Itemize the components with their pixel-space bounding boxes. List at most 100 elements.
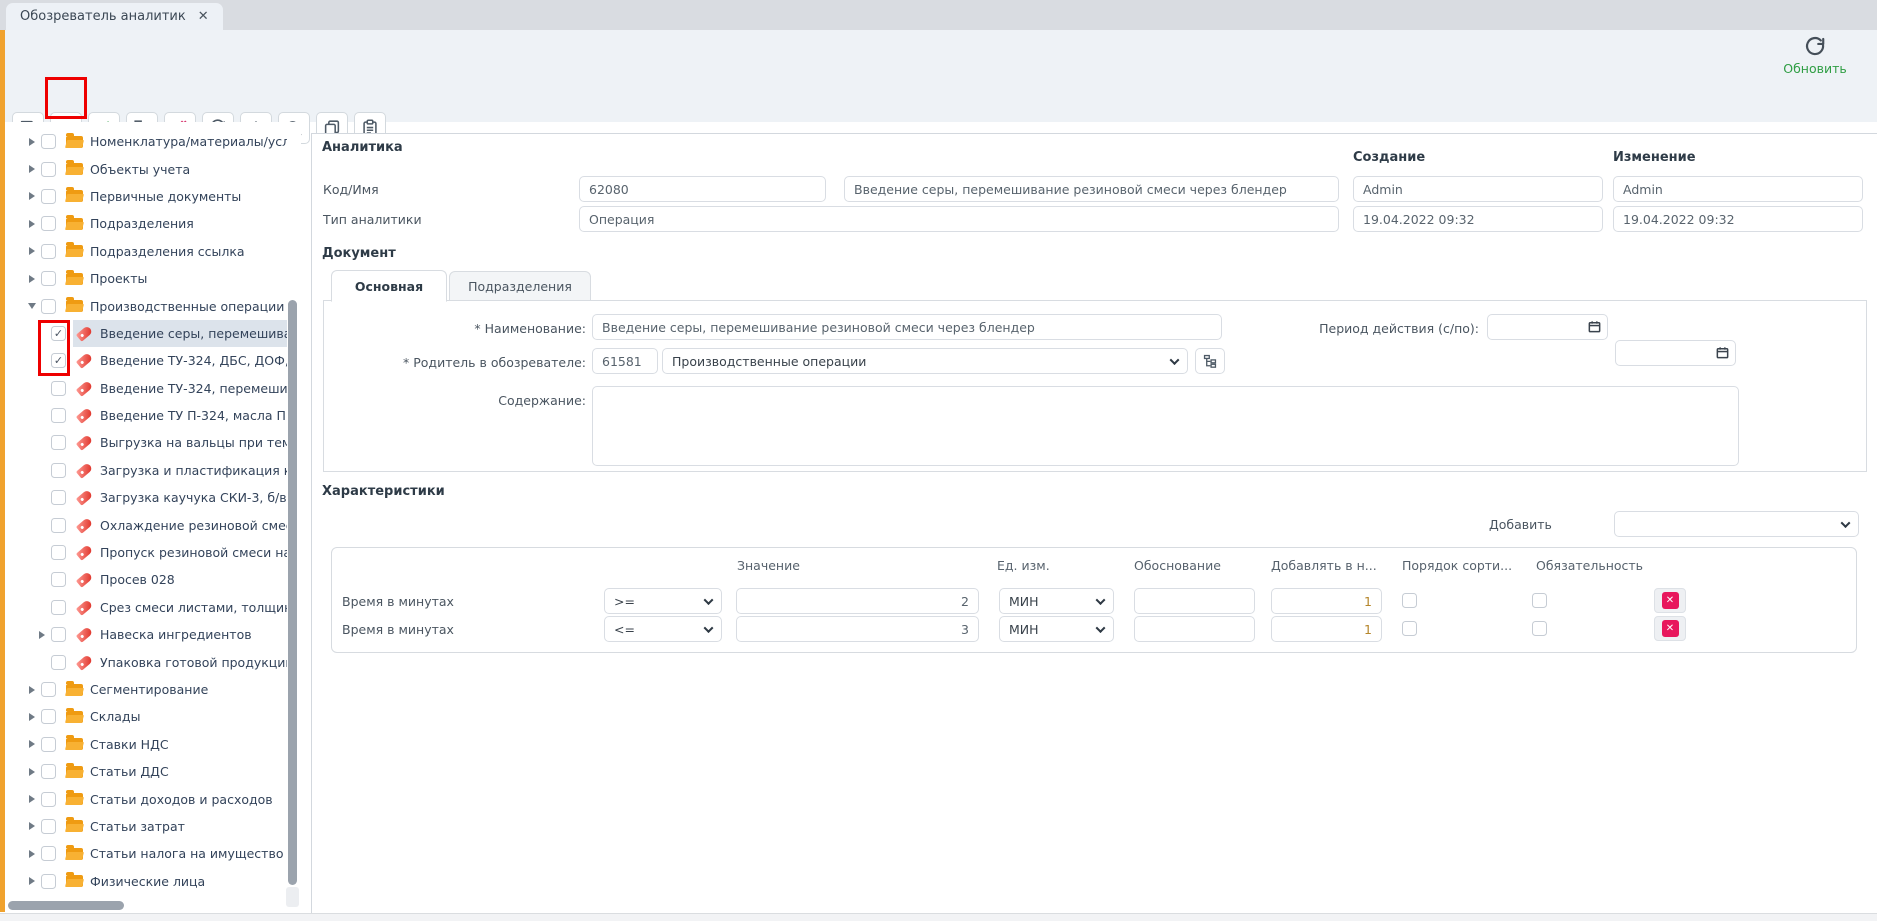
content-textarea[interactable] xyxy=(592,386,1739,466)
tree-checkbox[interactable] xyxy=(41,134,56,149)
tree-row[interactable]: Загрузка каучука СКИ-3, б/ведр xyxy=(5,484,287,511)
tree-row[interactable]: Охлаждение резиновой смеси н xyxy=(5,511,287,538)
tree-row[interactable]: Введение ТУ П-324, масла ПН-6 xyxy=(5,402,287,429)
tree-row[interactable]: Выгрузка на вальцы при темпе xyxy=(5,429,287,456)
tab-subdivisions[interactable]: Подразделения xyxy=(449,271,591,301)
add-number-input[interactable] xyxy=(1271,616,1382,642)
tree-checkbox[interactable] xyxy=(51,463,66,478)
tree-row[interactable]: Проекты xyxy=(5,265,287,292)
chevron-right-icon[interactable] xyxy=(25,877,39,885)
tab-main[interactable]: Основная xyxy=(331,270,447,302)
tree-item[interactable]: Физические лица xyxy=(63,868,211,895)
tree-vertical-scrollbar[interactable] xyxy=(288,300,297,885)
chevron-right-icon[interactable] xyxy=(25,275,39,283)
code-field[interactable] xyxy=(579,176,826,202)
tree-item[interactable]: Срез смеси листами, толщиной xyxy=(73,594,287,621)
refresh-button[interactable]: Обновить xyxy=(1775,34,1855,76)
modified-by-field[interactable] xyxy=(1613,176,1863,202)
tree-row[interactable]: Подразделения xyxy=(5,210,287,237)
tree-item[interactable]: Производственные операции xyxy=(63,292,287,319)
open-tree-picker-button[interactable] xyxy=(1195,348,1225,374)
chevron-right-icon[interactable] xyxy=(25,138,39,146)
tree-item[interactable]: Объекты учета xyxy=(63,155,196,182)
sort-order-checkbox[interactable] xyxy=(1402,593,1417,608)
tree-row[interactable]: Статьи налога на имущество xyxy=(5,840,287,867)
chevron-right-icon[interactable] xyxy=(35,631,49,639)
tree-row[interactable]: Склады xyxy=(5,703,287,730)
chevron-down-icon[interactable] xyxy=(25,303,39,309)
tree-row[interactable]: Производственные операции xyxy=(5,292,287,319)
tree-item[interactable]: Загрузка и пластификация кауч xyxy=(73,457,287,484)
tree-checkbox[interactable] xyxy=(41,764,56,779)
tree-item[interactable]: Подразделения xyxy=(63,210,200,237)
tree-row[interactable]: Загрузка и пластификация кауч xyxy=(5,457,287,484)
tree-checkbox[interactable] xyxy=(41,874,56,889)
tree-row[interactable]: Первичные документы xyxy=(5,183,287,210)
tab-analytics-browser[interactable]: Обозреватель аналитик ✕ xyxy=(6,3,223,30)
tree-checkbox[interactable] xyxy=(51,600,66,615)
tree-checkbox[interactable] xyxy=(41,162,56,177)
tree-row[interactable]: ✓Введение ТУ-324, ДБС, ДОФ, пер xyxy=(5,347,287,374)
tree-item[interactable]: Загрузка каучука СКИ-3, б/ведр xyxy=(73,484,287,511)
modified-at-field[interactable] xyxy=(1613,206,1863,232)
tree-checkbox[interactable] xyxy=(41,792,56,807)
tree-row[interactable]: Физические лица xyxy=(5,868,287,895)
value-input[interactable] xyxy=(736,616,979,642)
tree-checkbox-checked[interactable]: ✓ xyxy=(51,326,66,341)
tree-item[interactable]: Введение ТУ-324, ДБС, ДОФ, пер xyxy=(73,347,287,374)
required-checkbox[interactable] xyxy=(1532,593,1547,608)
document-name-field[interactable] xyxy=(592,314,1222,340)
tree-row[interactable]: Упаковка готовой продукции xyxy=(5,648,287,675)
tree-item[interactable]: Первичные документы xyxy=(63,183,247,210)
tree-checkbox[interactable] xyxy=(41,682,56,697)
operator-select[interactable]: >= xyxy=(604,588,722,614)
tree-horizontal-scrollbar[interactable] xyxy=(8,901,124,910)
tree-row[interactable]: Просев 028 xyxy=(5,566,287,593)
unit-select[interactable]: МИН xyxy=(999,616,1114,642)
tree-item[interactable]: Склады xyxy=(63,703,146,730)
add-characteristic-select[interactable] xyxy=(1614,511,1859,537)
tree-checkbox[interactable] xyxy=(51,408,66,423)
tree-item[interactable]: Введение ТУ П-324, масла ПН-6 xyxy=(73,402,287,429)
delete-row-button[interactable]: ✕ xyxy=(1654,588,1686,613)
parent-code-field[interactable] xyxy=(592,348,658,374)
tree-item[interactable]: Охлаждение резиновой смеси н xyxy=(73,511,287,538)
chevron-right-icon[interactable] xyxy=(25,822,39,830)
value-input[interactable] xyxy=(736,588,979,614)
tree-row[interactable]: Ставки НДС xyxy=(5,731,287,758)
tree-row[interactable]: Подразделения ссылка xyxy=(5,238,287,265)
analytics-type-field[interactable] xyxy=(579,206,1339,232)
created-by-field[interactable] xyxy=(1353,176,1603,202)
operator-select[interactable]: <= xyxy=(604,616,722,642)
tree-row[interactable]: Статьи затрат xyxy=(5,813,287,840)
chevron-right-icon[interactable] xyxy=(25,713,39,721)
tree-item-selected[interactable]: Введение серы, перемешивание xyxy=(73,320,287,347)
tree-row[interactable]: Объекты учета xyxy=(5,155,287,182)
tree-row[interactable]: Срез смеси листами, толщиной xyxy=(5,594,287,621)
close-icon[interactable]: ✕ xyxy=(198,9,209,24)
tree-row[interactable]: Сегментирование xyxy=(5,676,287,703)
name-field[interactable] xyxy=(844,176,1339,202)
tree-item[interactable]: Введение ТУ-324, перемешиван xyxy=(73,375,287,402)
chevron-right-icon[interactable] xyxy=(25,686,39,694)
unit-select[interactable]: МИН xyxy=(999,588,1114,614)
tree-checkbox[interactable] xyxy=(41,299,56,314)
tree-checkbox[interactable] xyxy=(41,244,56,259)
calendar-icon[interactable] xyxy=(1587,319,1602,334)
tree-item[interactable]: Проекты xyxy=(63,265,153,292)
tree-item[interactable]: Пропуск резиновой смеси на ва xyxy=(73,539,287,566)
tree-checkbox[interactable] xyxy=(41,846,56,861)
chevron-right-icon[interactable] xyxy=(25,165,39,173)
chevron-right-icon[interactable] xyxy=(25,768,39,776)
calendar-icon[interactable] xyxy=(1715,345,1730,360)
chevron-right-icon[interactable] xyxy=(25,192,39,200)
sort-order-checkbox[interactable] xyxy=(1402,621,1417,636)
tree-item[interactable]: Подразделения ссылка xyxy=(63,238,251,265)
chevron-right-icon[interactable] xyxy=(25,740,39,748)
tree-checkbox[interactable] xyxy=(51,655,66,670)
tree-item[interactable]: Статьи затрат xyxy=(63,813,191,840)
required-checkbox[interactable] xyxy=(1532,621,1547,636)
tree-checkbox[interactable] xyxy=(51,490,66,505)
justification-input[interactable] xyxy=(1134,588,1255,614)
tree-checkbox[interactable] xyxy=(51,435,66,450)
